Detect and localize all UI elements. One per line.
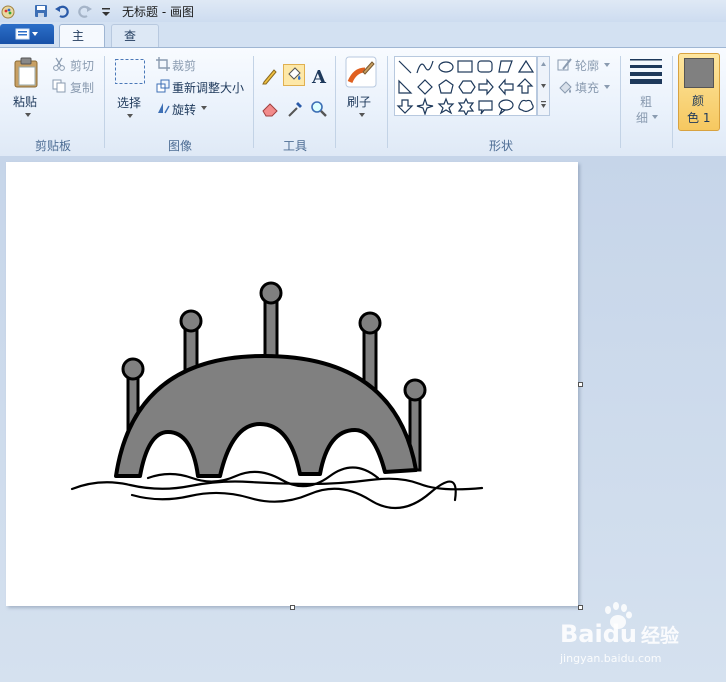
outline-button[interactable]: 轮廓 [575, 57, 599, 74]
brush-icon[interactable] [345, 56, 377, 88]
resize-icon [156, 79, 170, 93]
paint-menu-button[interactable] [0, 24, 54, 44]
fill-icon [559, 81, 572, 94]
line-size-icon[interactable] [629, 58, 663, 84]
crop-button[interactable]: 裁剪 [172, 57, 196, 74]
rotate-icon [158, 103, 170, 114]
paste-button[interactable]: 粘贴 [13, 93, 37, 110]
divider [253, 56, 254, 148]
chevron-down-icon[interactable] [603, 62, 611, 68]
color1-button[interactable]: 颜 色 1 [678, 53, 720, 131]
tools-group-label: 工具 [282, 139, 307, 153]
pencil-icon[interactable] [260, 66, 280, 86]
scroll-arrows-icon [541, 62, 546, 108]
resize-handle-right[interactable] [578, 382, 583, 387]
divider [387, 56, 388, 148]
bridge-drawing [70, 281, 484, 510]
drawing-canvas[interactable] [6, 162, 578, 606]
fill-tool-selected[interactable] [283, 64, 305, 86]
paint-app-icon[interactable] [0, 3, 16, 19]
eraser-icon[interactable] [260, 99, 280, 119]
chevron-down-icon[interactable] [603, 84, 611, 90]
fill-button[interactable]: 填充 [575, 79, 599, 96]
shapes-scrollbar[interactable] [537, 56, 550, 116]
color1-label-1: 颜 [692, 94, 705, 108]
chevron-down-icon[interactable] [126, 113, 134, 119]
magnifier-icon[interactable] [309, 99, 329, 119]
copy-button[interactable]: 复制 [70, 79, 94, 96]
watermark-brand-c: 经验 [640, 625, 679, 647]
color1-swatch [684, 58, 714, 88]
redo-icon[interactable] [77, 3, 93, 19]
resize-handle-bottom[interactable] [290, 605, 295, 610]
tab-view[interactable]: 查看 [111, 24, 159, 65]
color1-label-2: 色 1 [687, 111, 711, 125]
shapes-gallery-icons [396, 59, 535, 117]
outline-icon [557, 58, 572, 71]
ribbon: 粘贴 剪切 复制 剪贴板 选择 裁剪 重新调整大小 旋转 图像 A 工具 刷子 … [0, 47, 726, 157]
resize-handle-corner[interactable] [578, 605, 583, 610]
watermark-brand-a: Bai [560, 620, 603, 648]
window-title: 无标题 - 画图 [122, 5, 194, 19]
divider [620, 56, 621, 148]
svg-text:A: A [311, 67, 327, 86]
rotate-button[interactable]: 旋转 [172, 101, 196, 118]
shapes-group-label: 形状 [488, 139, 513, 153]
size-label-2[interactable]: 细 [636, 109, 648, 126]
resize-button[interactable]: 重新调整大小 [172, 79, 244, 96]
save-icon[interactable] [33, 3, 49, 19]
divider [672, 56, 673, 148]
chevron-down-icon[interactable] [200, 105, 208, 111]
cut-button[interactable]: 剪切 [70, 57, 94, 74]
chevron-down-icon[interactable] [358, 112, 366, 118]
watermark-brand-b: du [602, 620, 637, 648]
clipboard-group-label: 剪贴板 [34, 139, 71, 153]
customize-quick-access-icon[interactable] [98, 3, 114, 19]
shapes-gallery[interactable] [394, 56, 537, 117]
chevron-down-icon[interactable] [24, 112, 32, 118]
title-bar: 无标题 - 画图 [0, 0, 726, 23]
select-icon[interactable] [114, 58, 146, 86]
crop-icon [156, 57, 170, 71]
undo-icon[interactable] [54, 3, 70, 19]
size-label-1[interactable]: 粗 [640, 93, 652, 110]
ribbon-tab-row [0, 22, 726, 48]
chevron-down-icon[interactable] [651, 114, 659, 120]
copy-icon [52, 79, 66, 93]
text-tool-icon[interactable]: A [309, 66, 329, 86]
fill-bucket-icon [288, 67, 301, 80]
select-button[interactable]: 选择 [117, 94, 141, 111]
scissors-icon [53, 57, 65, 71]
brush-button[interactable]: 刷子 [347, 93, 371, 110]
color-picker-icon[interactable] [285, 99, 305, 119]
watermark-url: jingyan.baidu.com [560, 652, 662, 665]
image-group-label: 图像 [167, 139, 192, 153]
tab-home[interactable]: 主页 [59, 24, 105, 65]
menu-icon [15, 28, 38, 40]
divider [335, 56, 336, 148]
divider [104, 56, 105, 148]
paste-icon[interactable] [13, 57, 41, 89]
